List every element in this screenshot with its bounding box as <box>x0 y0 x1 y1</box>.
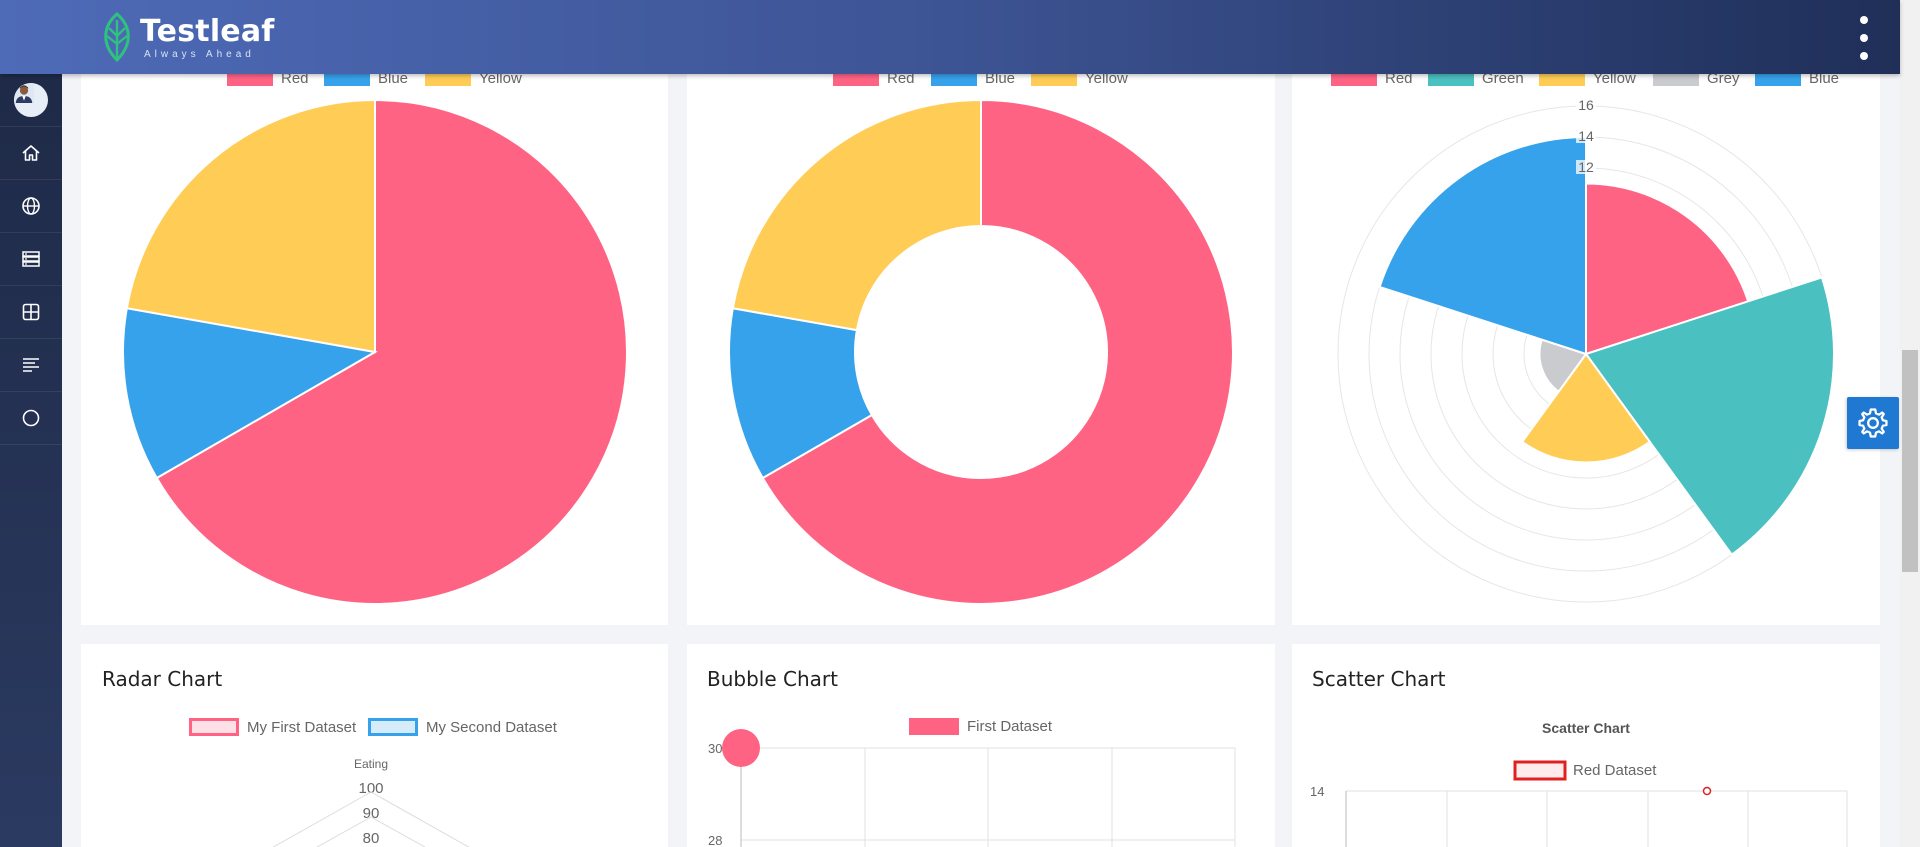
brand-name: Testleaf <box>140 13 275 49</box>
scatter-chart-title: Scatter Chart <box>1542 720 1630 736</box>
sidebar <box>0 74 62 847</box>
scrollbar-thumb[interactable] <box>1902 350 1918 572</box>
radar-chart: Eating 100 90 80 <box>272 757 470 847</box>
circle-icon <box>22 409 40 427</box>
bubble-chart: 30 28 <box>708 729 1236 847</box>
pie-chart-card: Red Blue Yellow <box>81 60 668 625</box>
sidebar-item-profile[interactable] <box>0 74 62 127</box>
leaf-logo-icon <box>104 12 130 63</box>
radar-tick: 80 <box>363 830 380 847</box>
scatter-y-tick: 14 <box>1310 784 1324 799</box>
bubble-chart-card: Bubble Chart First Dataset 30 28 <box>687 644 1275 847</box>
globe-icon <box>22 197 40 215</box>
gear-icon <box>1858 408 1888 438</box>
radar-tick: 90 <box>363 805 380 822</box>
scatter-chart: Scatter Chart Red Dataset 14 <box>1310 720 1848 847</box>
sidebar-item-grid[interactable] <box>0 286 62 339</box>
scatter-chart-card: Scatter Chart Scatter Chart Red Dataset … <box>1292 644 1880 847</box>
scatter-grid <box>1345 790 1848 847</box>
polar-tick: 12 <box>1578 159 1594 175</box>
grid-icon <box>22 303 40 321</box>
doughnut-chart <box>728 98 1235 605</box>
sidebar-item-server[interactable] <box>0 233 62 286</box>
server-icon <box>22 251 40 267</box>
bubble-y-tick: 30 <box>708 741 722 756</box>
polar-tick: 16 <box>1578 97 1594 113</box>
page-scrollbar[interactable] <box>1900 0 1920 847</box>
top-header: Testleaf Always Ahead <box>0 0 1900 74</box>
legend-label: Red Dataset <box>1573 762 1657 779</box>
polar-segment-blue[interactable] <box>1378 135 1587 356</box>
sidebar-item-circle[interactable] <box>0 392 62 445</box>
sidebar-item-text[interactable] <box>0 339 62 392</box>
more-menu-icon[interactable] <box>1852 16 1876 60</box>
pie-chart <box>122 98 629 605</box>
scatter-point[interactable] <box>1702 786 1712 796</box>
polar-area-chart: 16 14 12 <box>1337 97 1835 603</box>
legend-swatch[interactable] <box>1513 760 1567 781</box>
sidebar-item-home[interactable] <box>0 127 62 180</box>
home-icon <box>22 145 40 161</box>
settings-button[interactable] <box>1847 397 1899 449</box>
doughnut-chart-card: Red Blue Yellow <box>687 60 1275 625</box>
radar-tick: 100 <box>358 780 383 797</box>
radar-chart-card: Radar Chart My First Dataset My Second D… <box>81 644 668 847</box>
avatar <box>14 83 48 117</box>
slice-yellow[interactable] <box>125 98 376 354</box>
polar-tick: 14 <box>1578 128 1594 144</box>
sidebar-item-globe[interactable] <box>0 180 62 233</box>
polar-chart-card: Red Green Yellow Grey Blue 16 14 12 <box>1292 60 1880 625</box>
slice-yellow[interactable] <box>731 98 982 332</box>
brand-logo[interactable]: Testleaf Always Ahead <box>98 10 275 64</box>
bubble-grid <box>740 747 1236 847</box>
radar-axis-label: Eating <box>354 757 388 771</box>
align-left-icon <box>23 358 39 372</box>
brand-tagline: Always Ahead <box>144 48 255 60</box>
bubble-y-tick: 28 <box>708 833 722 847</box>
bubble-point[interactable] <box>722 729 760 767</box>
